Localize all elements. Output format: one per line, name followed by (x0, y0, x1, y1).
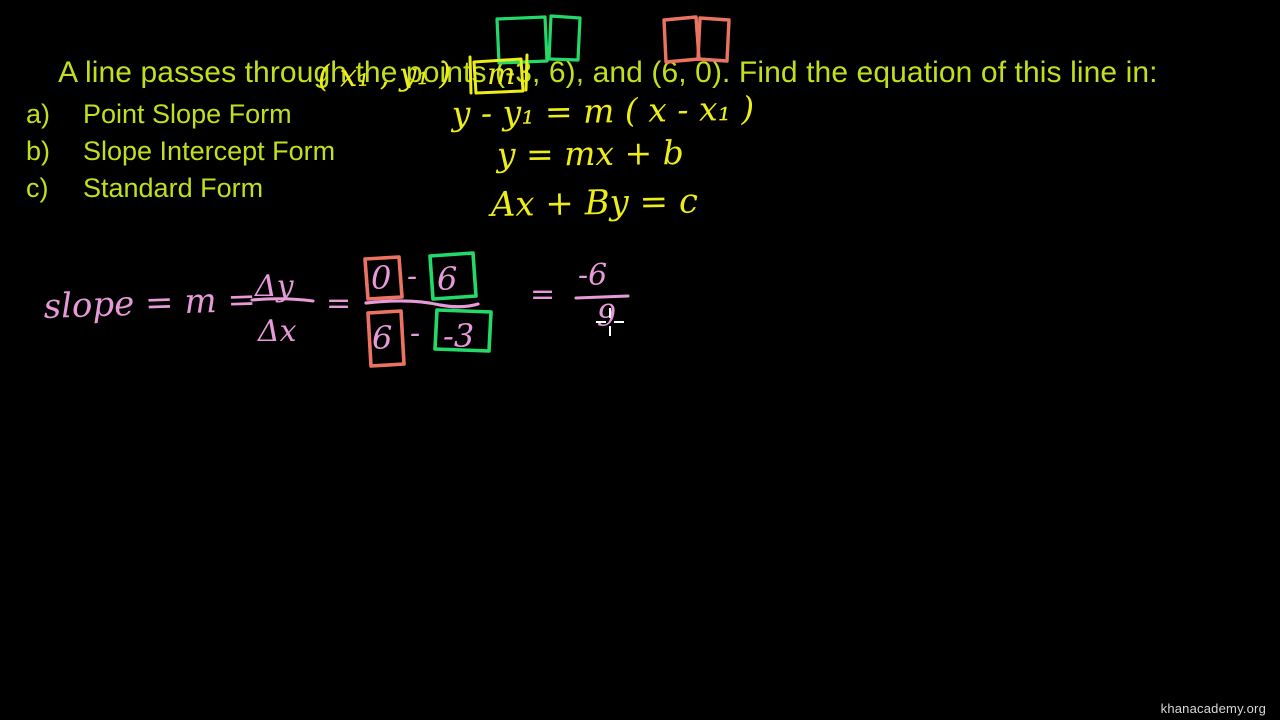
point1-x-value: -3 (505, 56, 532, 89)
highlight-box-numerator-first (363, 255, 404, 301)
option-item-b: b) Slope Intercept Form (26, 136, 335, 167)
point1-separator: , (531, 56, 541, 89)
ratio-fraction-bar (250, 297, 315, 303)
option-marker-c: c) (26, 173, 49, 203)
main-fraction-bar (364, 299, 480, 309)
numerator-second-value: 6 (437, 260, 457, 298)
watermark-label: khanacademy.org (1160, 701, 1266, 716)
prompt-text-after: ). Find the equation of this line in: (711, 56, 1158, 89)
option-label-c: Standard Form (83, 173, 264, 203)
point2-separator: , (678, 56, 687, 89)
prompt-text-before: A line passes through the points ( (58, 56, 506, 89)
option-item-c: c) Standard Form (26, 173, 263, 204)
result-denominator: 9 (597, 299, 616, 334)
option-label-a: Point Slope Form (83, 99, 292, 129)
prompt-text-between: ), and ( (565, 56, 662, 89)
result-numerator: -6 (578, 258, 607, 293)
numerator-first-value: 0 (371, 259, 391, 297)
formula-slope-intercept: y = mx + b (495, 133, 684, 174)
point1-y-value: 6 (548, 56, 566, 89)
option-item-a: a) Point Slope Form (26, 99, 292, 130)
equals-sign-2: = (530, 277, 555, 312)
result-fraction-bar (574, 294, 630, 300)
highlight-box-numerator-second (428, 251, 478, 301)
slope-work-label: slope = m = (43, 280, 257, 327)
denominator-operator: - (410, 316, 420, 351)
denominator-first-value: 6 (372, 319, 392, 357)
crosshair-cursor-icon (596, 308, 624, 336)
highlight-box-denominator-second (433, 308, 493, 353)
numerator-operator: - (407, 259, 417, 294)
highlight-box-denominator-first (366, 309, 406, 368)
delta-x-term: Δx (257, 314, 297, 349)
point2-x-value: 6 (661, 56, 679, 89)
option-marker-b: b) (26, 136, 51, 166)
option-marker-a: a) (26, 99, 51, 129)
lesson-canvas: A line passes through the points (-3, 6)… (0, 0, 1280, 720)
point2-y-value: 0 (695, 56, 712, 89)
delta-y-term: Δy (254, 269, 295, 304)
equals-sign-1: = (326, 286, 351, 321)
option-label-b: Slope Intercept Form (83, 136, 336, 166)
denominator-second-value: -3 (443, 317, 474, 355)
formula-standard: Ax + By = c (487, 181, 698, 225)
